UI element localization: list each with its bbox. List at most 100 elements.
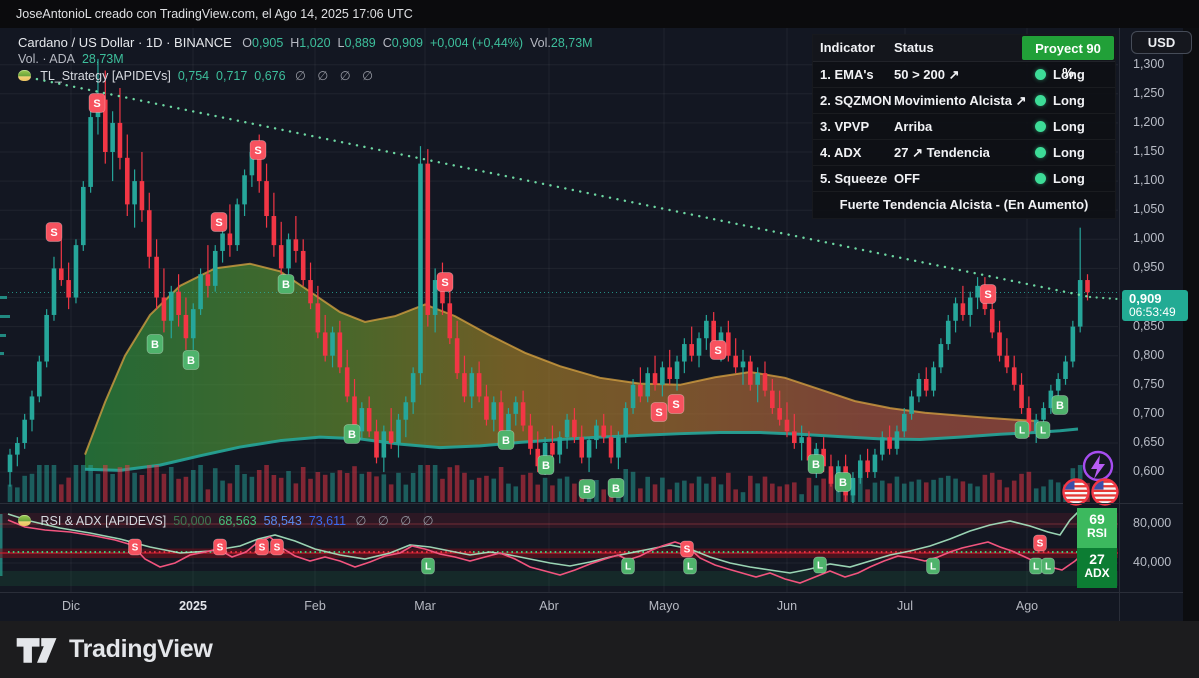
signal-label: Long bbox=[1053, 62, 1085, 87]
panel-summary: Fuerte Tendencia Alcista - (En Aumento) bbox=[813, 192, 1115, 218]
long-status-dot-icon bbox=[1035, 95, 1046, 106]
signal-label: Long bbox=[1053, 166, 1085, 191]
svg-text:B: B bbox=[612, 483, 620, 495]
buy-signal-badge: B bbox=[608, 479, 624, 498]
long-signal-badge: L bbox=[1015, 422, 1029, 439]
sell-signal-badge: S bbox=[250, 141, 266, 160]
time-label-Mayo: Mayo bbox=[649, 599, 680, 613]
buy-signal-badge: B bbox=[538, 456, 554, 475]
time-label-Jun: Jun bbox=[777, 599, 797, 613]
indicator-name: 3. VPVP bbox=[820, 114, 869, 139]
symbol-legend: Cardano / US Dollar · 1D · BINANCE O0,90… bbox=[18, 35, 593, 50]
tradingview-logo-icon[interactable] bbox=[15, 635, 59, 665]
svg-text:S: S bbox=[50, 227, 57, 239]
vol-ada-value: 28,73M bbox=[82, 52, 124, 66]
frog-icon bbox=[18, 70, 31, 81]
buy-signal-badge: B bbox=[278, 275, 294, 294]
buy-signal-badge: B bbox=[344, 425, 360, 444]
rsi-indicator-name: RSI & ADX [APIDEVS] bbox=[40, 514, 166, 528]
long-signal-badge: L bbox=[684, 558, 697, 574]
sell-signal-badge: S bbox=[437, 273, 453, 292]
buy-signal-badge: B bbox=[183, 351, 199, 370]
svg-text:B: B bbox=[187, 355, 195, 367]
indicator-name: 2. SQZMON bbox=[820, 88, 892, 113]
svg-text:S: S bbox=[441, 277, 448, 289]
adx-badge-value: 27 bbox=[1077, 548, 1117, 567]
long-signal-badge: L bbox=[1036, 422, 1050, 439]
svg-text:S: S bbox=[655, 407, 662, 419]
sell-signal-badge: S bbox=[211, 213, 227, 232]
change-value: +0,004 (+0,44%) bbox=[430, 36, 523, 50]
signal-label: Long bbox=[1053, 114, 1085, 139]
rsi-badge-value: 69 bbox=[1077, 508, 1117, 527]
strategy-name: TL_Strategy [APIDEVs] bbox=[40, 69, 171, 83]
indicator-name: 4. ADX bbox=[820, 140, 861, 165]
adx-badge: 27 ADX bbox=[1077, 548, 1117, 588]
rsi-badge: 69 RSI bbox=[1077, 508, 1117, 548]
rsi-badge-label: RSI bbox=[1077, 527, 1117, 540]
us-flag-event-icon[interactable] bbox=[1064, 480, 1089, 505]
last-price: 0,909 bbox=[1129, 291, 1188, 306]
sell-signal-badge: S bbox=[710, 341, 726, 360]
long-signal-badge: L bbox=[422, 558, 435, 574]
svg-text:L: L bbox=[1040, 426, 1046, 437]
indicator-status: Movimiento Alcista ↗ bbox=[894, 88, 1027, 113]
svg-text:B: B bbox=[839, 477, 847, 489]
long-signal-badge: L bbox=[622, 558, 635, 574]
buy-signal-badge: B bbox=[579, 480, 595, 499]
time-label-Dic: Dic bbox=[62, 599, 80, 613]
rsi-legend: RSI & ADX [APIDEVS] 50,000 68,563 58,543… bbox=[18, 513, 438, 528]
long-signal-badge: L bbox=[814, 557, 827, 573]
close-label: C bbox=[383, 36, 392, 50]
svg-text:S: S bbox=[1037, 539, 1044, 550]
low-value: 0,889 bbox=[344, 36, 375, 50]
buy-signal-badge: B bbox=[808, 455, 824, 474]
rsi-value-3: 58,543 bbox=[264, 514, 302, 528]
tradingview-snapshot: { "topbar": {"attribution": "JoseAntonio… bbox=[0, 0, 1199, 678]
col-status: Status bbox=[894, 35, 934, 61]
svg-text:B: B bbox=[1056, 400, 1064, 412]
svg-text:S: S bbox=[132, 543, 139, 554]
rsi-value-1: 50,000 bbox=[173, 514, 211, 528]
indicator-name: 5. Squeeze bbox=[820, 166, 887, 191]
svg-text:S: S bbox=[672, 399, 679, 411]
rsi-value-4: 73,611 bbox=[309, 514, 346, 528]
svg-text:B: B bbox=[542, 460, 550, 472]
us-flag-event-icon[interactable] bbox=[1093, 480, 1118, 505]
indicator-status: OFF bbox=[894, 166, 920, 191]
strategy-value-2: 0,717 bbox=[216, 69, 247, 83]
high-label: H bbox=[290, 36, 299, 50]
svg-text:L: L bbox=[1045, 562, 1051, 573]
long-signal-badge: L bbox=[1030, 558, 1043, 574]
tradingview-wordmark[interactable]: TradingView bbox=[69, 635, 213, 664]
sell-signal-badge: S bbox=[271, 539, 284, 555]
long-status-dot-icon bbox=[1035, 173, 1046, 184]
footer-bar: TradingView bbox=[0, 621, 1199, 678]
sell-signal-badge: S bbox=[89, 94, 105, 113]
sell-signal-badge: S bbox=[46, 223, 62, 242]
sell-signal-badge: S bbox=[214, 539, 227, 555]
svg-text:S: S bbox=[254, 145, 261, 157]
sell-signal-badge: S bbox=[256, 539, 269, 555]
bar-countdown: 06:53:49 bbox=[1129, 306, 1188, 319]
frog-icon bbox=[18, 515, 31, 526]
time-label-Jul: Jul bbox=[897, 599, 913, 613]
strategy-empty-values: ∅ ∅ ∅ ∅ bbox=[295, 69, 377, 83]
sell-signal-badge: S bbox=[681, 541, 694, 557]
open-value: 0,905 bbox=[252, 36, 283, 50]
currency-button[interactable]: USD bbox=[1131, 31, 1192, 54]
svg-text:L: L bbox=[1019, 426, 1025, 437]
rsi-empty-values: ∅ ∅ ∅ ∅ bbox=[356, 514, 438, 528]
long-signal-badge: L bbox=[927, 558, 940, 574]
svg-text:S: S bbox=[215, 217, 222, 229]
indicator-status: Arriba bbox=[894, 114, 932, 139]
indicator-row-4: 4. ADX27 ↗ TendenciaLong bbox=[813, 140, 1115, 166]
project-button[interactable]: Proyect 90 % bbox=[1022, 36, 1114, 60]
time-label-Abr: Abr bbox=[539, 599, 558, 613]
high-value: 1,020 bbox=[299, 36, 330, 50]
panel-header-row: Indicator Status Proyect 90 % bbox=[813, 35, 1115, 62]
svg-text:L: L bbox=[625, 562, 631, 573]
svg-text:S: S bbox=[259, 543, 266, 554]
svg-text:L: L bbox=[817, 561, 823, 572]
economic-event-lightning-icon[interactable] bbox=[1084, 452, 1112, 480]
